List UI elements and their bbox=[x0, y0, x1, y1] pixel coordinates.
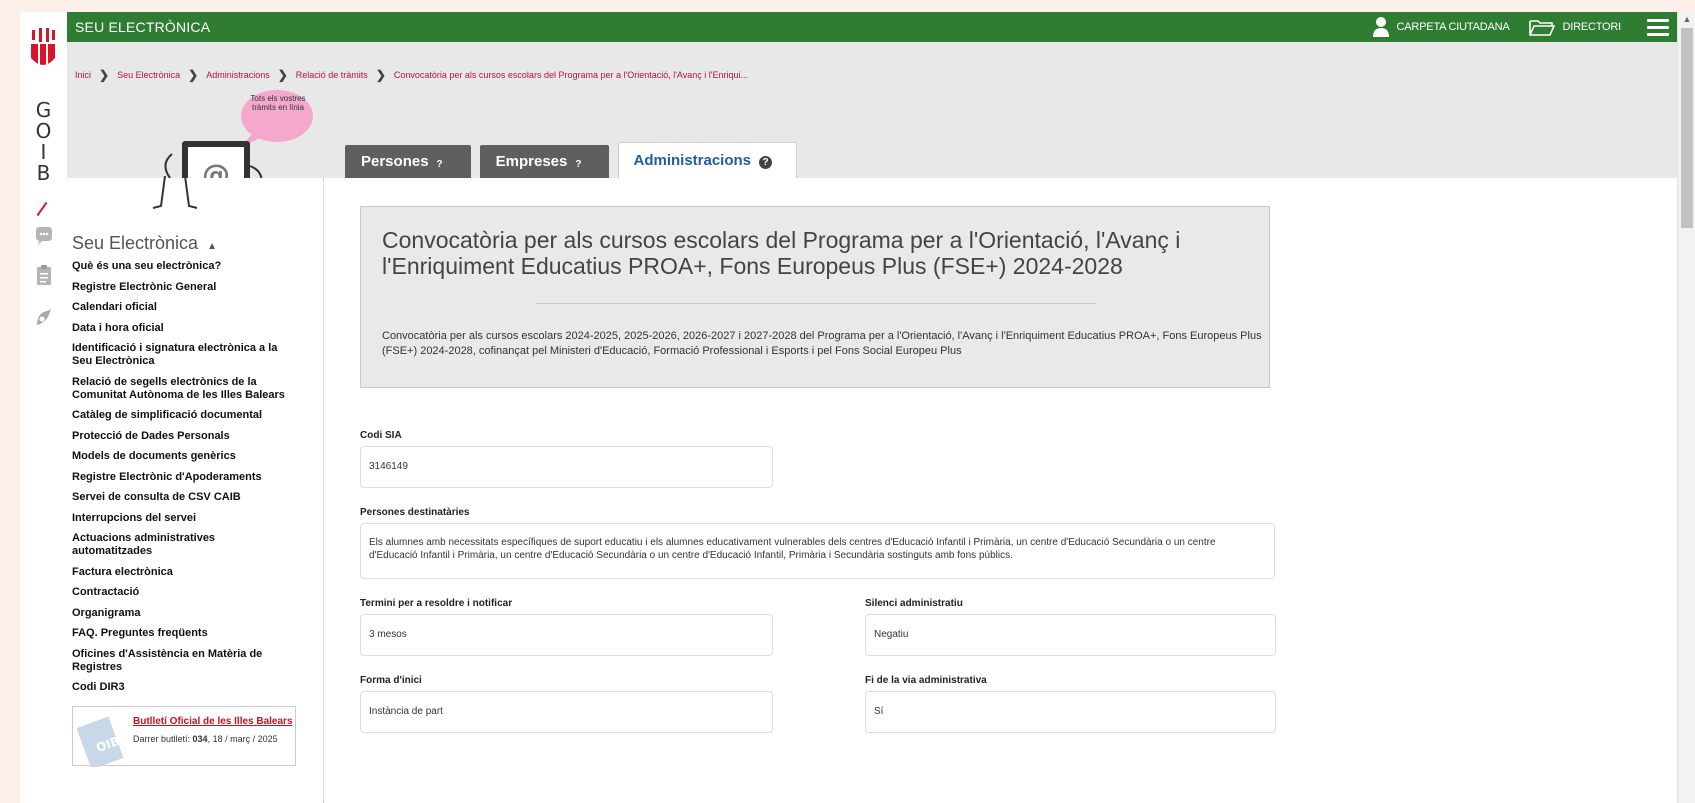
bulletin-icon: OIB bbox=[76, 716, 124, 767]
sidebar-item[interactable]: Registre Electrònic d'Apoderaments bbox=[72, 471, 287, 484]
procedure-title: Convocatòria per als cursos escolars del… bbox=[382, 227, 1181, 279]
header: Inici ❯ Seu Electrònica ❯ Administracions ❯… bbox=[67, 42, 1677, 211]
destinataries-label: Persones destinatàries bbox=[360, 507, 470, 518]
tab-empreses[interactable]: Empreses ? bbox=[479, 145, 610, 178]
sidebar-item[interactable]: Factura electrònica bbox=[72, 566, 287, 579]
goib-slash bbox=[36, 201, 48, 217]
chat-icon[interactable] bbox=[33, 225, 55, 247]
main-content: Convocatòria per als cursos escolars del… bbox=[325, 178, 1677, 803]
forma-value: Instància de part bbox=[360, 691, 773, 733]
breadcrumb-seu[interactable]: Seu Electrònica bbox=[117, 70, 180, 80]
mascot-legs bbox=[152, 176, 198, 209]
government-logo-icon bbox=[31, 28, 55, 66]
sidebar-item[interactable]: Protecció de Dades Personals bbox=[72, 430, 287, 443]
carpeta-label: CARPETA CIUTADANA bbox=[1396, 21, 1510, 33]
site-title[interactable]: SEU ELECTRÒNICA bbox=[75, 19, 210, 35]
breadcrumb-administracions[interactable]: Administracions bbox=[206, 70, 270, 80]
boib-latest: Darrer butlletí: 034, 18 / març / 2025 bbox=[133, 734, 278, 744]
app-window: SEU ELECTRÒNICA CARPETA CIUTADANA DIRECT… bbox=[67, 12, 1695, 803]
sidebar-item[interactable]: Interrupcions del servei bbox=[72, 512, 287, 525]
help-icon: ? bbox=[575, 158, 582, 170]
boib-link[interactable]: Butlletí Oficial de les Illes Balears bbox=[133, 716, 293, 727]
destinataries-value: Els alumnes amb necessitats específiques… bbox=[360, 523, 1275, 579]
sidebar-item[interactable]: Contractació bbox=[72, 586, 287, 599]
divider bbox=[536, 303, 1096, 304]
scroll-up-icon[interactable]: ▲ bbox=[1678, 12, 1695, 26]
breadcrumb-relacio[interactable]: Relació de tràmits bbox=[296, 70, 368, 80]
silenci-label: Silenci administratiu bbox=[865, 598, 963, 609]
sidebar-item[interactable]: Organigrama bbox=[72, 607, 287, 620]
codi-sia-value: 3146149 bbox=[360, 446, 773, 488]
collapse-arrow-icon: ▲ bbox=[207, 241, 217, 252]
hamburger-menu-icon[interactable] bbox=[1647, 18, 1669, 36]
sidebar-item[interactable]: Catàleg de simplificació documental bbox=[72, 409, 287, 422]
breadcrumb-current[interactable]: Convocatòria per als cursos escolars del… bbox=[394, 70, 748, 80]
top-bar: SEU ELECTRÒNICA CARPETA CIUTADANA DIRECT… bbox=[67, 12, 1677, 42]
accessibility-icon[interactable] bbox=[33, 307, 55, 329]
sidebar-item[interactable]: Codi DIR3 bbox=[72, 681, 287, 694]
sidebar: Seu Electrònica ▲ Què és una seu electrò… bbox=[67, 176, 324, 803]
sidebar-item[interactable]: Actuacions administratives automatitzade… bbox=[72, 532, 287, 558]
silenci-value: Negatiu bbox=[865, 614, 1276, 656]
directori-label: DIRECTORI bbox=[1562, 21, 1621, 33]
codi-sia-label: Codi SIA bbox=[360, 430, 402, 441]
sidebar-item[interactable]: Models de documents genèrics bbox=[72, 450, 287, 463]
sidebar-item[interactable]: Data i hora oficial bbox=[72, 322, 287, 335]
fi-via-label: Fi de la via administrativa bbox=[865, 675, 987, 686]
fi-via-value: Sí bbox=[865, 691, 1276, 733]
sidebar-item[interactable]: Servei de consulta de CSV CAIB bbox=[72, 491, 287, 504]
sidebar-item[interactable]: Què és una seu electrònica? bbox=[72, 260, 287, 273]
sidebar-title[interactable]: Seu Electrònica ▲ bbox=[72, 233, 217, 254]
boib-box: OIB Butlletí Oficial de les Illes Balear… bbox=[72, 706, 296, 767]
speech-bubble-text: Tots els vostres tràmits en línia bbox=[250, 94, 306, 112]
carpeta-ciutadana-link[interactable]: CARPETA CIUTADANA bbox=[1372, 16, 1510, 38]
help-icon: ? bbox=[759, 155, 773, 169]
tab-persones[interactable]: Persones ? bbox=[345, 145, 471, 178]
forma-label: Forma d'inici bbox=[360, 675, 422, 686]
sidebar-item[interactable]: FAQ. Preguntes freqüents bbox=[72, 627, 287, 640]
sidebar-item[interactable]: Oficines d'Assistència en Matèria de Reg… bbox=[72, 648, 287, 674]
folder-icon bbox=[1529, 20, 1556, 36]
sidebar-item[interactable]: Identificació i signatura electrònica a … bbox=[72, 342, 287, 368]
directori-link[interactable]: DIRECTORI bbox=[1529, 18, 1621, 36]
breadcrumb: Inici ❯ Seu Electrònica ❯ Administracions ❯… bbox=[75, 68, 749, 82]
goib-strip: G O I B bbox=[20, 12, 67, 803]
tab-bar: Persones ? Empreses ? Administracions ? bbox=[345, 142, 798, 178]
goib-letters: G O I B bbox=[35, 98, 52, 185]
scrollbar-thumb[interactable] bbox=[1681, 28, 1693, 228]
sidebar-item[interactable]: Relació de segells electrònics de la Com… bbox=[72, 376, 287, 402]
help-icon: ? bbox=[436, 158, 443, 170]
termini-label: Termini per a resoldre i notificar bbox=[360, 598, 513, 609]
sidebar-item[interactable]: Registre Electrònic General bbox=[72, 281, 287, 294]
user-icon bbox=[1372, 17, 1389, 37]
tab-administracions[interactable]: Administracions ? bbox=[618, 142, 798, 178]
scrollbar[interactable]: ▲ bbox=[1677, 12, 1695, 803]
procedure-intro: Convocatòria per als cursos escolars del… bbox=[360, 206, 1270, 388]
clipboard-icon[interactable] bbox=[33, 264, 55, 286]
sidebar-item[interactable]: Calendari oficial bbox=[72, 301, 287, 314]
breadcrumb-inici[interactable]: Inici bbox=[75, 70, 91, 80]
sidebar-menu: Què és una seu electrònica? Registre Ele… bbox=[72, 260, 287, 702]
procedure-description: Convocatòria per als cursos escolars 202… bbox=[382, 330, 1262, 357]
termini-value: 3 mesos bbox=[360, 614, 773, 656]
